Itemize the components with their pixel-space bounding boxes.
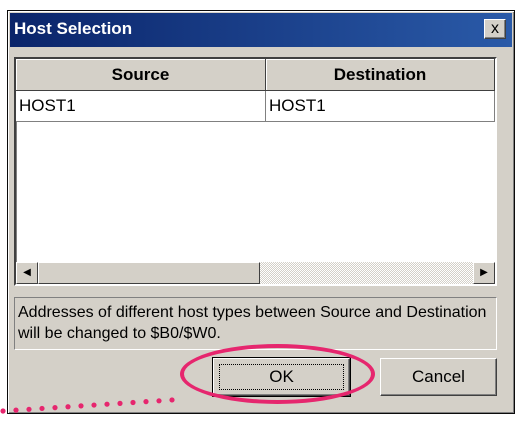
close-icon: x	[491, 20, 499, 37]
pointer-dot	[143, 399, 149, 405]
cancel-button[interactable]: Cancel	[380, 358, 497, 396]
scroll-right-button[interactable]: ▶	[473, 262, 495, 284]
pointer-dot	[91, 402, 97, 408]
address-note: Addresses of different host types betwee…	[14, 297, 497, 350]
horizontal-scrollbar[interactable]: ◀ ▶	[16, 262, 495, 284]
scroll-track[interactable]	[260, 262, 473, 284]
left-arrow-icon: ◀	[23, 267, 31, 278]
destination-cell[interactable]: HOST1	[266, 91, 495, 122]
pointer-dot	[117, 400, 123, 406]
close-button[interactable]: x	[484, 19, 506, 39]
pointer-dot	[0, 408, 6, 414]
window-title: Host Selection	[14, 19, 133, 38]
pointer-dot	[65, 404, 71, 410]
pointer-dot	[13, 407, 19, 413]
table-row[interactable]: HOST1 HOST1	[16, 91, 495, 122]
highlight-ellipse	[180, 344, 375, 404]
pointer-dot	[169, 397, 175, 403]
grid-header: Source Destination	[16, 59, 495, 91]
column-header-destination[interactable]: Destination	[266, 59, 495, 91]
pointer-dot	[26, 406, 32, 412]
pointer-dotted-line	[0, 397, 175, 414]
pointer-dot	[156, 398, 162, 404]
scroll-thumb[interactable]	[38, 262, 260, 284]
pointer-dot	[104, 401, 110, 407]
pointer-dot	[39, 405, 45, 412]
pointer-dot	[78, 403, 84, 409]
column-header-source[interactable]: Source	[16, 59, 266, 91]
pointer-dot	[130, 399, 136, 406]
right-arrow-icon: ▶	[480, 267, 488, 278]
pointer-dot	[52, 405, 58, 411]
host-grid[interactable]: Source Destination HOST1 HOST1 ◀ ▶	[14, 57, 497, 286]
title-bar[interactable]: Host Selection x	[10, 13, 512, 47]
scroll-left-button[interactable]: ◀	[16, 262, 38, 284]
source-cell[interactable]: HOST1	[16, 91, 266, 122]
